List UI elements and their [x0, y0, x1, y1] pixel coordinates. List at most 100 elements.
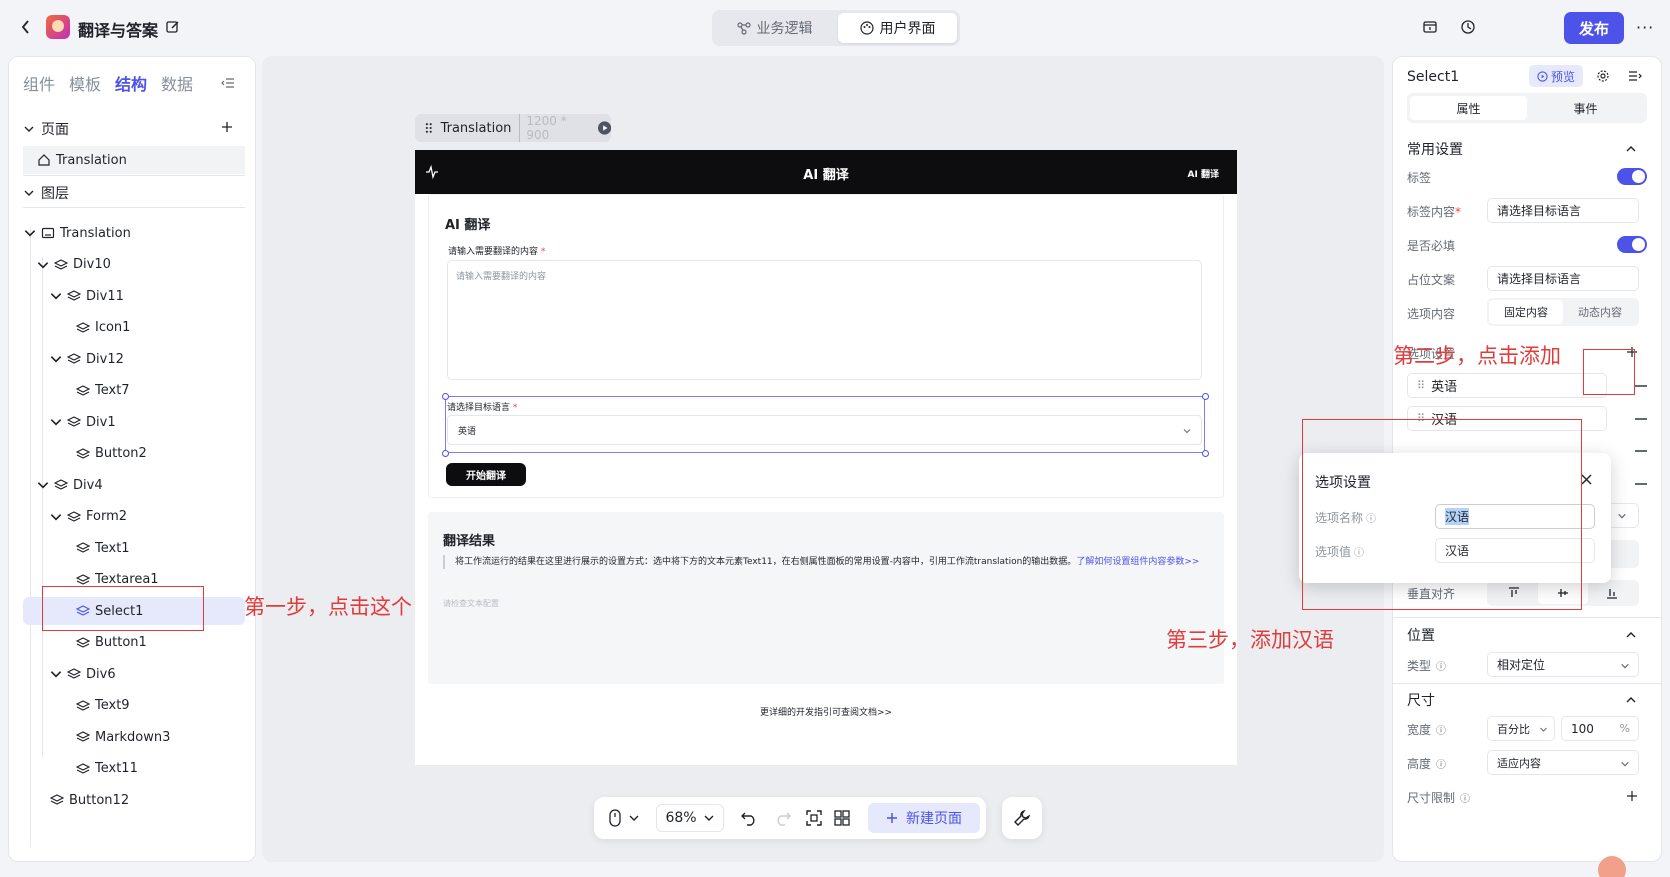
frame-label[interactable]: Translation 1200 * 900 [415, 114, 611, 142]
assistant-avatar[interactable] [1598, 856, 1626, 877]
zoom-select[interactable]: 68% [656, 804, 724, 832]
add-size-limit-icon[interactable] [1627, 791, 1637, 801]
redo-icon[interactable] [774, 810, 792, 826]
pointer-mode-button[interactable] [608, 809, 640, 827]
resize-handle[interactable] [1202, 450, 1209, 457]
tab-structure[interactable]: 结构 [115, 71, 147, 95]
fit-screen-icon[interactable] [806, 810, 822, 826]
back-icon[interactable] [20, 19, 32, 35]
layer-item-text1[interactable]: Text1 [23, 534, 245, 562]
app-frame[interactable]: AI 翻译 AI 翻译 AI 翻译 请输入需要翻译的内容 * 请输入需要翻译的内… [415, 150, 1237, 765]
remove-option-icon[interactable] [1635, 483, 1647, 485]
layer-item-markdown3[interactable]: Markdown3 [23, 723, 245, 751]
panel-toggle-icon[interactable] [1628, 69, 1642, 83]
drag-handle-icon[interactable]: ⠿ [1417, 379, 1425, 392]
layer-item-div1[interactable]: Div1 [23, 408, 245, 436]
tab-business-logic[interactable]: 业务逻辑 [715, 13, 834, 43]
tab-events[interactable]: 事件 [1527, 96, 1644, 120]
width-input[interactable]: 100 % [1561, 716, 1639, 741]
edit-icon[interactable] [166, 20, 180, 34]
layer-item-button12[interactable]: Button12 [23, 786, 245, 814]
chevron-down-icon[interactable] [23, 226, 37, 240]
layers-section[interactable]: 图层 [23, 183, 69, 203]
label-toggle[interactable] [1617, 168, 1647, 185]
remove-option-icon[interactable] [1635, 450, 1647, 452]
play-icon[interactable] [597, 121, 611, 135]
chevron-down-icon[interactable] [49, 415, 63, 429]
start-translate-button[interactable]: 开始翻译 [446, 463, 526, 486]
layer-item-text9[interactable]: Text9 [23, 692, 245, 720]
tab-data[interactable]: 数据 [161, 71, 193, 95]
drag-handle-icon[interactable] [425, 122, 433, 134]
chevron-down-icon[interactable] [36, 258, 50, 272]
common-settings-heading[interactable]: 常用设置 [1407, 139, 1463, 159]
chevron-down-icon[interactable] [36, 478, 50, 492]
resize-handle[interactable] [1202, 393, 1209, 400]
layer-item-icon1[interactable]: Icon1 [23, 314, 245, 342]
tab-properties[interactable]: 属性 [1410, 96, 1527, 120]
divider [1393, 683, 1661, 684]
width-unit-select[interactable]: 百分比 [1487, 716, 1555, 741]
tab-components[interactable]: 组件 [23, 71, 55, 95]
tab-templates[interactable]: 模板 [69, 71, 101, 95]
more-icon[interactable]: ··· [1636, 18, 1654, 37]
option-item-0[interactable]: ⠿ 英语 [1407, 373, 1607, 398]
position-heading[interactable]: 位置 [1407, 625, 1435, 645]
chevron-down-icon[interactable] [49, 510, 63, 524]
tab-user-interface[interactable]: 用户界面 [838, 13, 957, 43]
chevron-down-icon[interactable] [49, 289, 63, 303]
layer-item-div10[interactable]: Div10 [23, 251, 245, 279]
chevron-up-icon[interactable] [1625, 143, 1637, 155]
chevron-down-icon[interactable] [49, 352, 63, 366]
chevron-up-icon[interactable] [1625, 694, 1637, 706]
result-title: 翻译结果 [443, 534, 496, 549]
language-select[interactable]: 英语 [447, 415, 1202, 445]
new-page-button[interactable]: 新建页面 [868, 803, 980, 833]
close-icon[interactable] [1581, 474, 1592, 485]
layer-item-form2[interactable]: Form2 [23, 503, 245, 531]
resize-handle[interactable] [442, 393, 449, 400]
translate-textarea[interactable]: 请输入需要翻译的内容 [447, 260, 1202, 380]
layer-item-div4[interactable]: Div4 [23, 471, 245, 499]
size-heading[interactable]: 尺寸 [1407, 690, 1435, 710]
page-item-translation[interactable]: Translation [23, 146, 245, 174]
publish-button[interactable]: 发布 [1564, 12, 1624, 44]
required-toggle[interactable] [1617, 236, 1647, 253]
docs-link[interactable]: 了解如何设置组件内容参数>> [1076, 557, 1199, 567]
layer-item-translation[interactable]: Translation [23, 219, 245, 247]
hidden-select[interactable] [1607, 503, 1639, 528]
layer-item-button2[interactable]: Button2 [23, 440, 245, 468]
footer-doc-link[interactable]: 更详细的开发指引可查阅文档>> [415, 705, 1237, 718]
align-bottom-icon[interactable] [1588, 582, 1637, 604]
remove-option-icon[interactable] [1635, 418, 1647, 420]
layer-item-button1[interactable]: Button1 [23, 629, 245, 657]
add-page-icon[interactable] [221, 121, 233, 133]
label-content-input[interactable]: 请选择目标语言 [1487, 198, 1639, 223]
layer-item-text11[interactable]: Text11 [23, 755, 245, 783]
chevron-down-icon[interactable] [49, 667, 63, 681]
layer-item-div12[interactable]: Div12 [23, 345, 245, 373]
width-unit: % [1619, 722, 1630, 735]
undo-icon[interactable] [740, 810, 758, 826]
height-select[interactable]: 适应内容 [1487, 750, 1639, 775]
layer-item-div6[interactable]: Div6 [23, 660, 245, 688]
save-icon[interactable] [1422, 19, 1438, 35]
preview-button[interactable]: 预览 [1529, 65, 1583, 87]
collapse-panel-icon[interactable] [221, 76, 235, 90]
gear-icon[interactable] [1596, 69, 1610, 83]
resize-handle[interactable] [442, 450, 449, 457]
history-icon[interactable] [1460, 19, 1476, 35]
tools-button[interactable] [1002, 797, 1042, 839]
mode-dynamic[interactable]: 动态内容 [1563, 300, 1637, 324]
remove-option-icon[interactable] [1635, 385, 1647, 387]
layer-item-text7[interactable]: Text7 [23, 377, 245, 405]
layer-item-div11[interactable]: Div11 [23, 282, 245, 310]
chevron-up-icon[interactable] [1625, 629, 1637, 641]
pages-section[interactable]: 页面 [23, 119, 69, 139]
position-type-select[interactable]: 相对定位 [1487, 652, 1639, 677]
mode-fixed[interactable]: 固定内容 [1489, 300, 1563, 324]
text11-placeholder[interactable]: 请检查文本配置 [443, 598, 499, 609]
app-header[interactable]: AI 翻译 AI 翻译 [415, 150, 1237, 194]
placeholder-input[interactable]: 请选择目标语言 [1487, 266, 1639, 291]
grid-icon[interactable] [834, 810, 850, 826]
